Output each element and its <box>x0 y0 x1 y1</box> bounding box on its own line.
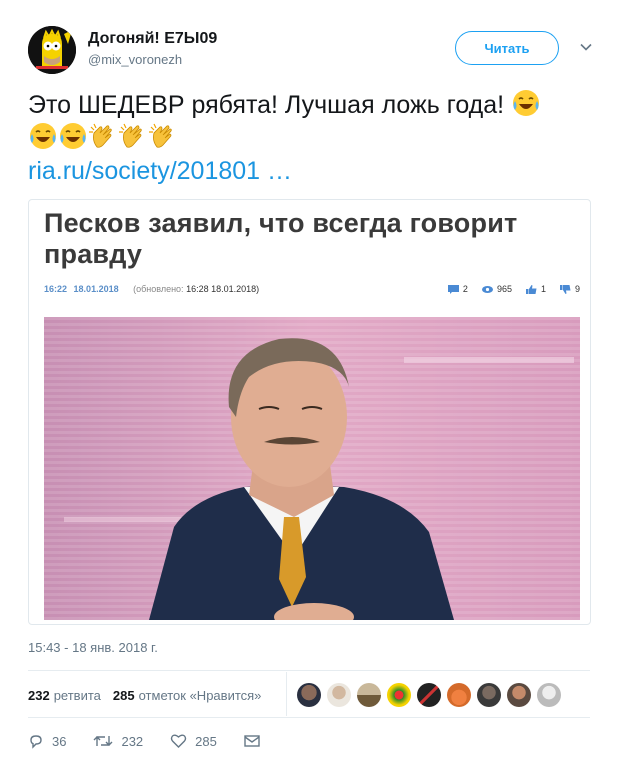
clapping-hands-emoji <box>149 123 172 148</box>
reply-icon <box>30 735 42 749</box>
direct-message-button[interactable] <box>244 734 268 748</box>
face-with-tears-of-joy-emoji <box>513 90 540 116</box>
card-time: 16:22 <box>44 284 68 294</box>
card-dislikes: 9 <box>559 284 580 294</box>
tweet-actions: 36 232 285 <box>28 733 295 749</box>
thumbs-down-icon <box>559 284 571 294</box>
tweet-text: Это ШЕДЕВР рябята! Лучшая ложь года! <box>28 88 598 154</box>
follow-button[interactable]: Читать <box>455 31 559 65</box>
emoji-row <box>28 123 178 152</box>
retweets-stat[interactable]: 232 ретвита <box>28 688 101 703</box>
article-photo[interactable] <box>44 317 580 620</box>
envelope-icon <box>244 735 260 747</box>
card-date: 18.01.2018 <box>73 284 119 294</box>
retweet-count: 232 <box>121 733 144 749</box>
reply-count: 36 <box>52 733 67 749</box>
card-meta: 16:22 18.01.2018 (обновлено: 16:28 18.01… <box>44 284 580 298</box>
card-likes: 1 <box>525 284 546 294</box>
avatar[interactable] <box>447 683 471 707</box>
card-views: 965 <box>481 284 512 294</box>
avatar[interactable] <box>417 683 441 707</box>
display-name[interactable]: Догоняй! E7Ы09 <box>88 30 217 48</box>
avatar[interactable] <box>297 683 321 707</box>
card-updated-value: 16:28 18.01.2018) <box>186 284 260 294</box>
avatar[interactable] <box>507 683 531 707</box>
retweet-icon <box>93 736 113 746</box>
card-views-count: 965 <box>496 284 512 294</box>
retweets-label: ретвита <box>53 687 101 703</box>
clapping-hands-emoji <box>89 123 112 148</box>
simpson-avatar-icon[interactable] <box>28 26 76 74</box>
eye-icon <box>481 285 493 293</box>
divider <box>28 670 590 671</box>
retweet-button[interactable]: 232 <box>93 733 143 749</box>
card-updated-label: (обновлено: <box>133 284 184 294</box>
like-button[interactable]: 285 <box>170 733 217 749</box>
clapping-hands-emoji <box>119 123 142 148</box>
thumbs-up-icon <box>525 284 537 294</box>
avatar[interactable] <box>357 683 381 707</box>
face-with-tears-of-joy-emoji <box>60 123 86 149</box>
card-likes-count: 1 <box>540 284 546 294</box>
likes-label: отметок «Нравится» <box>138 687 262 703</box>
avatar[interactable] <box>327 683 351 707</box>
avatar[interactable] <box>387 683 411 707</box>
divider <box>28 717 590 718</box>
likes-count: 285 <box>112 687 135 703</box>
card-stats: 2 965 1 9 <box>447 284 580 294</box>
tweet-text-content: Это ШЕДЕВР рябята! Лучшая ложь года! <box>28 91 505 119</box>
user-names[interactable]: Догоняй! E7Ы09 @mix_voronezh <box>88 30 217 67</box>
heart-icon <box>170 734 187 748</box>
card-comments-count: 2 <box>462 284 468 294</box>
like-count: 285 <box>195 733 217 749</box>
card-dislikes-count: 9 <box>574 284 580 294</box>
link-preview-card[interactable]: Песков заявил, что всегда говорит правду… <box>28 199 591 625</box>
tweet-header: Догоняй! E7Ы09 @mix_voronezh Читать <box>28 26 597 76</box>
engagement-stats: 232 ретвита 285 отметок «Нравится» <box>28 683 273 707</box>
tweet-link[interactable]: ria.ru/society/201801 … <box>28 157 292 186</box>
divider <box>286 672 287 716</box>
reply-button[interactable]: 36 <box>28 733 66 749</box>
likes-stat[interactable]: 285 отметок «Нравится» <box>113 688 262 703</box>
retweets-count: 232 <box>28 687 50 703</box>
chevron-down-icon[interactable] <box>579 40 593 54</box>
liker-avatars <box>297 683 561 707</box>
face-with-tears-of-joy-emoji <box>30 123 56 149</box>
avatar[interactable] <box>537 683 561 707</box>
card-title[interactable]: Песков заявил, что всегда говорит правду <box>44 208 564 270</box>
avatar[interactable] <box>477 683 501 707</box>
tweet-timestamp[interactable]: 15:43 - 18 янв. 2018 г. <box>28 640 158 655</box>
card-comments: 2 <box>447 284 468 294</box>
comment-icon <box>447 284 459 294</box>
user-handle[interactable]: @mix_voronezh <box>88 52 217 67</box>
